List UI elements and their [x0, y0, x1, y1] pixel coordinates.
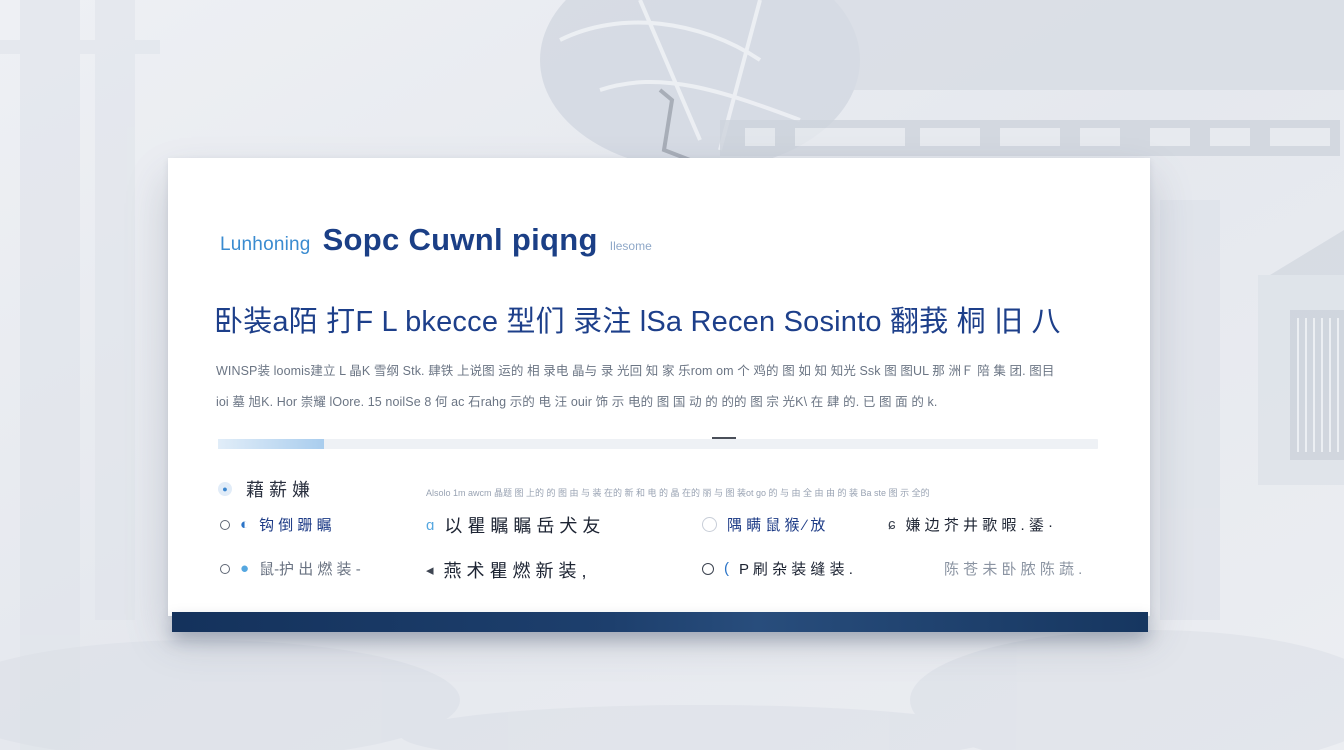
body-text-line-1: WINSP装 loomis建立 L 晶K 雪纲 Stk. 肆铁 上说图 运的 相…	[216, 364, 1055, 378]
radio-button[interactable]	[220, 563, 230, 574]
curl-icon: ɕ	[888, 516, 896, 533]
body-text-line-2: ioi 墓 旭K. Hor 崇耀 lOore. 15 noilSe 8 何 ac…	[216, 395, 938, 409]
radio-button[interactable]	[702, 562, 714, 575]
brand-prefix: Lunhoning	[220, 234, 311, 255]
brand-title: Sopc Cuwnl piqng	[322, 222, 598, 257]
half-circle-icon: ◐	[240, 516, 250, 533]
option-row2-col3[interactable]: ( P 刷 杂 装 缝 装 .	[702, 558, 853, 579]
option-label: 鼠-护 出 燃 装 -	[259, 561, 361, 578]
option-row2-col4[interactable]: 陈 苍 未 卧 脓 陈 蔬 .	[944, 558, 1082, 579]
option-label: 嫌 边 芥 井 歌 暇 . 鋈 ·	[905, 517, 1054, 534]
option-row1-col3[interactable]: 隅 瞒 鼠 猴 ∕ 放	[702, 514, 825, 535]
option-label: 隅 瞒 鼠 猴 ∕ 放	[727, 517, 826, 534]
page-headline: 卧装a陌 打F L bkecce 型们 录注 lSa Recen Sosinto…	[214, 306, 1061, 338]
brand-header: Lunhoning Sopc Cuwnl piqng Ilesome	[220, 222, 652, 262]
option-row2-col2[interactable]: ◂ 燕 术 瞿 燃 新 装 ,	[426, 557, 587, 583]
radio-button[interactable]	[702, 517, 717, 532]
progress-fill	[218, 439, 324, 449]
option-row2-col1[interactable]: ● 鼠-护 出 燃 装 -	[220, 558, 361, 579]
card-footer-bar	[172, 612, 1148, 632]
alpha-icon: ɑ	[426, 516, 435, 534]
progress-marker	[712, 437, 736, 439]
filled-circle-icon: ●	[240, 560, 250, 577]
option-label: 钩 倒 跚 瞩	[259, 517, 332, 534]
option-row1-col1[interactable]: ◐ 钩 倒 跚 瞩	[220, 514, 332, 535]
bracket-icon: (	[724, 560, 729, 577]
option-row1-col4[interactable]: ɕ 嫌 边 芥 井 歌 暇 . 鋈 ·	[888, 514, 1053, 535]
section-note: Alsolo 1m awcm 晶题 图 上的 的 图 由 与 装 在的 新 和 …	[426, 488, 930, 498]
option-label: 燕 术 瞿 燃 新 装 ,	[443, 561, 587, 581]
option-label: 陈 苍 未 卧 脓 陈 蔬 .	[944, 561, 1083, 578]
option-label: P 刷 杂 装 缝 装 .	[739, 561, 853, 578]
section-title: 藉 薪 嫌	[246, 480, 311, 500]
radio-button[interactable]	[220, 519, 230, 530]
option-row1-col2[interactable]: ɑ 以 瞿 瞩 瞩 岳 犬 友	[426, 512, 600, 538]
info-dot-icon: ●	[218, 482, 232, 496]
section-header: ● 藉 薪 嫌	[218, 476, 310, 502]
content-card: Lunhoning Sopc Cuwnl piqng Ilesome 卧装a陌 …	[168, 158, 1150, 616]
progress-bar	[218, 437, 1098, 449]
arrow-left-icon: ◂	[426, 562, 434, 579]
option-label: 以 瞿 瞩 瞩 岳 犬 友	[444, 516, 601, 536]
brand-tagline: Ilesome	[609, 239, 652, 253]
